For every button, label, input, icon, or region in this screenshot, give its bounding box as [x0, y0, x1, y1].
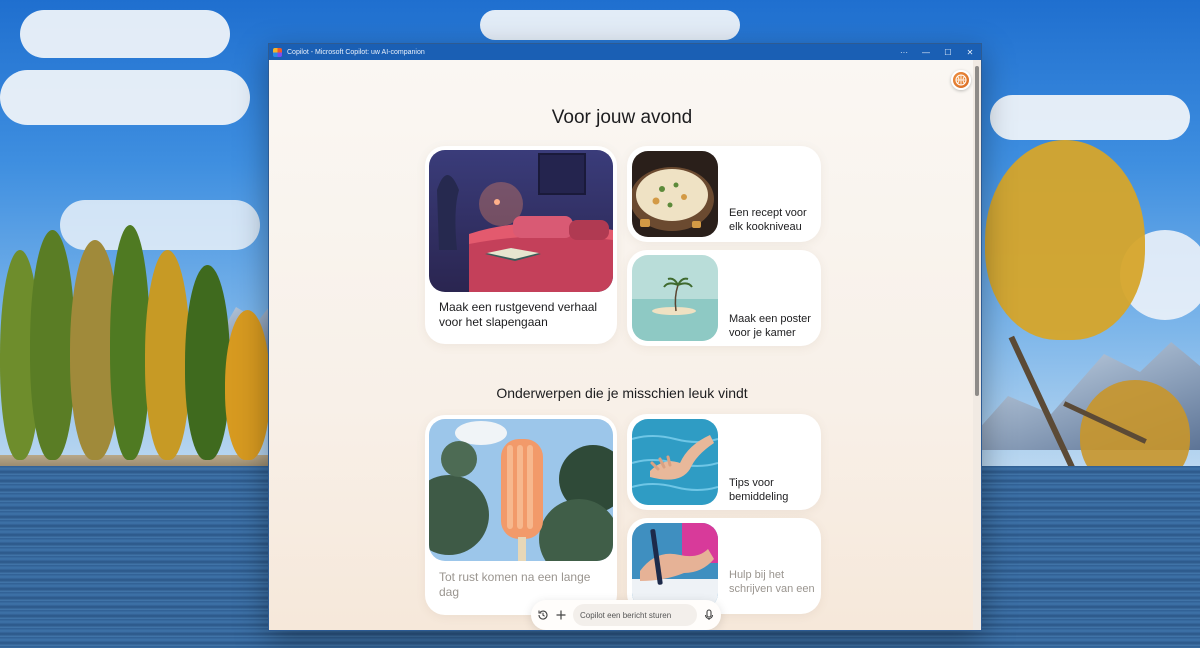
plus-icon[interactable] — [555, 607, 567, 623]
message-input[interactable] — [573, 604, 697, 626]
tree — [185, 265, 230, 460]
window-title: Copilot - Microsoft Copilot: uw AI-compa… — [287, 48, 425, 56]
card-label: Een recept voor elk kookniveau — [729, 207, 807, 233]
section-title-topics: Onderwerpen die je misschien leuk vindt — [496, 385, 748, 401]
island-palm-image — [632, 255, 718, 341]
close-button[interactable]: ✕ — [959, 44, 981, 60]
microphone-icon[interactable] — [703, 607, 715, 623]
history-icon[interactable] — [537, 607, 549, 623]
tree — [145, 250, 190, 460]
card-label: Hulp bij het schrijven van een — [729, 569, 815, 595]
tree — [110, 225, 150, 460]
minimize-button[interactable]: — — [915, 44, 937, 60]
tree — [225, 310, 270, 460]
hand-writing-image — [632, 523, 718, 609]
tree — [985, 140, 1145, 340]
scrollbar[interactable] — [973, 60, 981, 630]
card-label: Tot rust komen na een lange dag — [439, 570, 591, 599]
card-label: Maak een rustgevend verhaal voor het sla… — [439, 300, 598, 329]
card-mediation[interactable]: Tips voor bemiddeling — [627, 414, 821, 510]
main-content: Voor jouw avond Maak een rustgevend verh… — [269, 60, 975, 630]
scrollbar-thumb[interactable] — [975, 66, 979, 396]
maximize-button[interactable]: ☐ — [937, 44, 959, 60]
soup-bowl-image — [632, 151, 718, 237]
copilot-app-icon — [273, 47, 282, 57]
cloud — [990, 95, 1190, 140]
section-title-evening: Voor jouw avond — [551, 107, 693, 128]
card-bedtime-story[interactable]: Maak een rustgevend verhaal voor het sla… — [425, 146, 617, 344]
message-composer — [531, 600, 721, 630]
cloud — [0, 70, 250, 125]
title-bar[interactable]: Copilot - Microsoft Copilot: uw AI-compa… — [269, 44, 981, 60]
window-controls: ··· — ☐ ✕ — [893, 44, 981, 60]
bedroom-night-image — [429, 150, 613, 292]
card-poster[interactable]: Maak een poster voor je kamer — [627, 250, 821, 346]
basketball-icon — [955, 74, 967, 86]
more-options-button[interactable]: ··· — [893, 44, 915, 60]
popsicle-image — [429, 419, 613, 561]
avatar[interactable] — [951, 70, 971, 90]
card-label: Tips voor bemiddeling — [729, 477, 789, 503]
cloud — [20, 10, 230, 58]
copilot-window: Copilot - Microsoft Copilot: uw AI-compa… — [268, 43, 982, 631]
tree — [30, 230, 75, 460]
card-unwind[interactable]: Tot rust komen na een lange dag — [425, 415, 617, 615]
card-label: Maak een poster voor je kamer — [729, 313, 811, 339]
card-recipe[interactable]: Een recept voor elk kookniveau — [627, 146, 821, 242]
cloud — [480, 10, 740, 40]
hand-water-image — [632, 419, 718, 505]
